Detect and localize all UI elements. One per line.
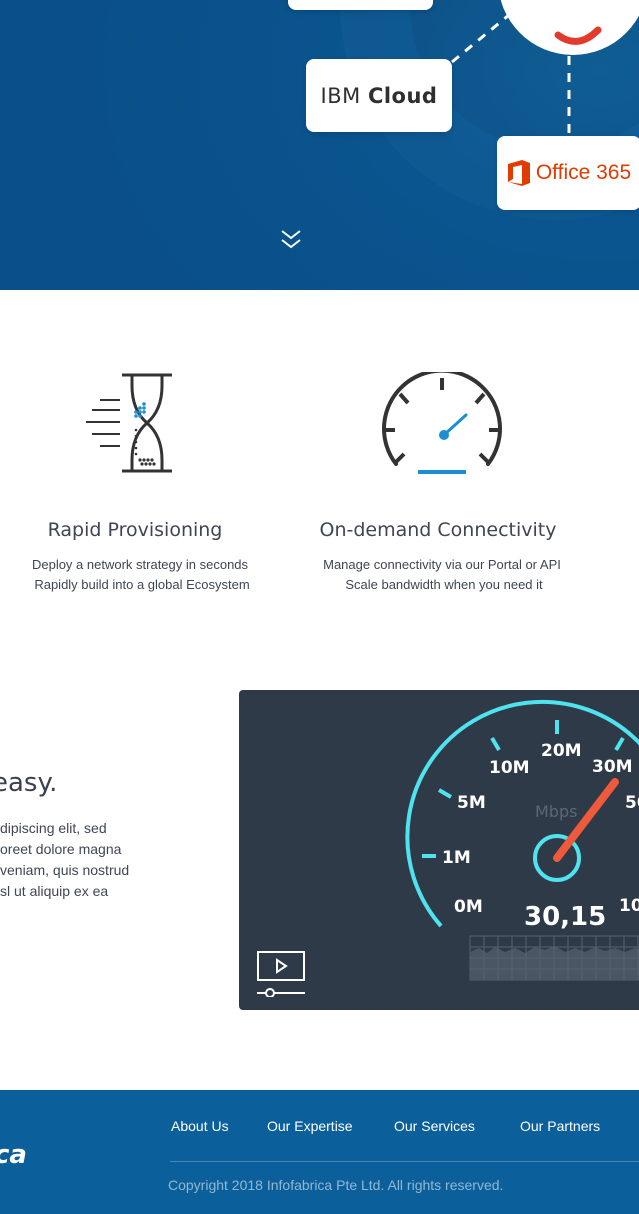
partner-logo-circle[interactable] xyxy=(498,0,639,55)
footer-link-our-partners[interactable]: Our Partners xyxy=(520,1118,600,1134)
hero-section: IBM Cloud Office 365 xyxy=(0,0,639,290)
paragraph-line: veniam, quis nostrud xyxy=(0,862,130,878)
feature-description-line: Deploy a network strategy in seconds xyxy=(31,557,249,572)
paragraph-line: sl ut aliquip ex ea xyxy=(0,883,109,899)
gauge-label: 0M xyxy=(454,897,483,917)
footer-logo[interactable]: ca xyxy=(0,1140,27,1170)
feature-description-line: Scale bandwidth when you need it xyxy=(345,577,543,592)
footer-link-about-us[interactable]: About Us xyxy=(171,1118,229,1134)
gauge-label: 5M xyxy=(457,793,486,813)
speed-test-video[interactable]: 0M 1M 5M 10M 20M 30M 50 10 Mbps 30,15 xyxy=(239,690,639,1010)
speedometer-icon xyxy=(382,372,502,474)
copyright-text: Copyright 2018 Infofabrica Pte Ltd. All … xyxy=(168,1177,504,1193)
office-icon xyxy=(507,160,530,186)
partner-logo-card[interactable] xyxy=(288,0,433,10)
gauge-label: 1M xyxy=(442,848,471,868)
footer-link-our-expertise[interactable]: Our Expertise xyxy=(267,1118,353,1134)
section-title: easy. xyxy=(0,768,58,798)
paragraph-line: dipiscing elit, sed xyxy=(0,820,107,836)
feature-description-line: Manage connectivity via our Portal or AP… xyxy=(323,557,561,572)
ibm-cloud-wordmark: IBM Cloud xyxy=(320,83,438,108)
partner-logo-icon xyxy=(554,26,602,45)
footer-divider xyxy=(170,1161,639,1162)
gauge-label: 30M xyxy=(592,757,633,777)
gauge-unit: Mbps xyxy=(535,802,577,821)
video-play-icon[interactable] xyxy=(257,951,305,997)
feature-description-line: Rapidly build into a global Ecosystem xyxy=(34,577,250,592)
ibm-cloud-logo[interactable]: IBM Cloud xyxy=(306,59,452,132)
bandwidth-histogram xyxy=(469,935,639,981)
footer-link-our-services[interactable]: Our Services xyxy=(394,1118,475,1134)
page: IBM Cloud Office 365 Rapid Provisioning … xyxy=(0,0,639,1214)
double-chevron-down-icon[interactable] xyxy=(279,228,303,252)
gauge-label: 10M xyxy=(489,758,530,778)
office-365-wordmark: Office 365 xyxy=(535,161,632,184)
section-paragraph: dipiscing elit, sed oreet dolore magna v… xyxy=(0,818,150,902)
paragraph-line: oreet dolore magna xyxy=(0,841,122,857)
footer xyxy=(0,1090,639,1214)
gauge-label: 10 xyxy=(619,896,639,916)
feature-title: Rapid Provisioning xyxy=(47,519,223,541)
hourglass-icon xyxy=(86,373,172,473)
gauge-label: 50 xyxy=(625,793,639,813)
feature-title: On-demand Connectivity xyxy=(319,519,557,541)
office-365-logo[interactable]: Office 365 xyxy=(497,136,639,210)
speed-reading: 30,15 xyxy=(524,902,606,932)
gauge-label: 20M xyxy=(541,741,582,761)
